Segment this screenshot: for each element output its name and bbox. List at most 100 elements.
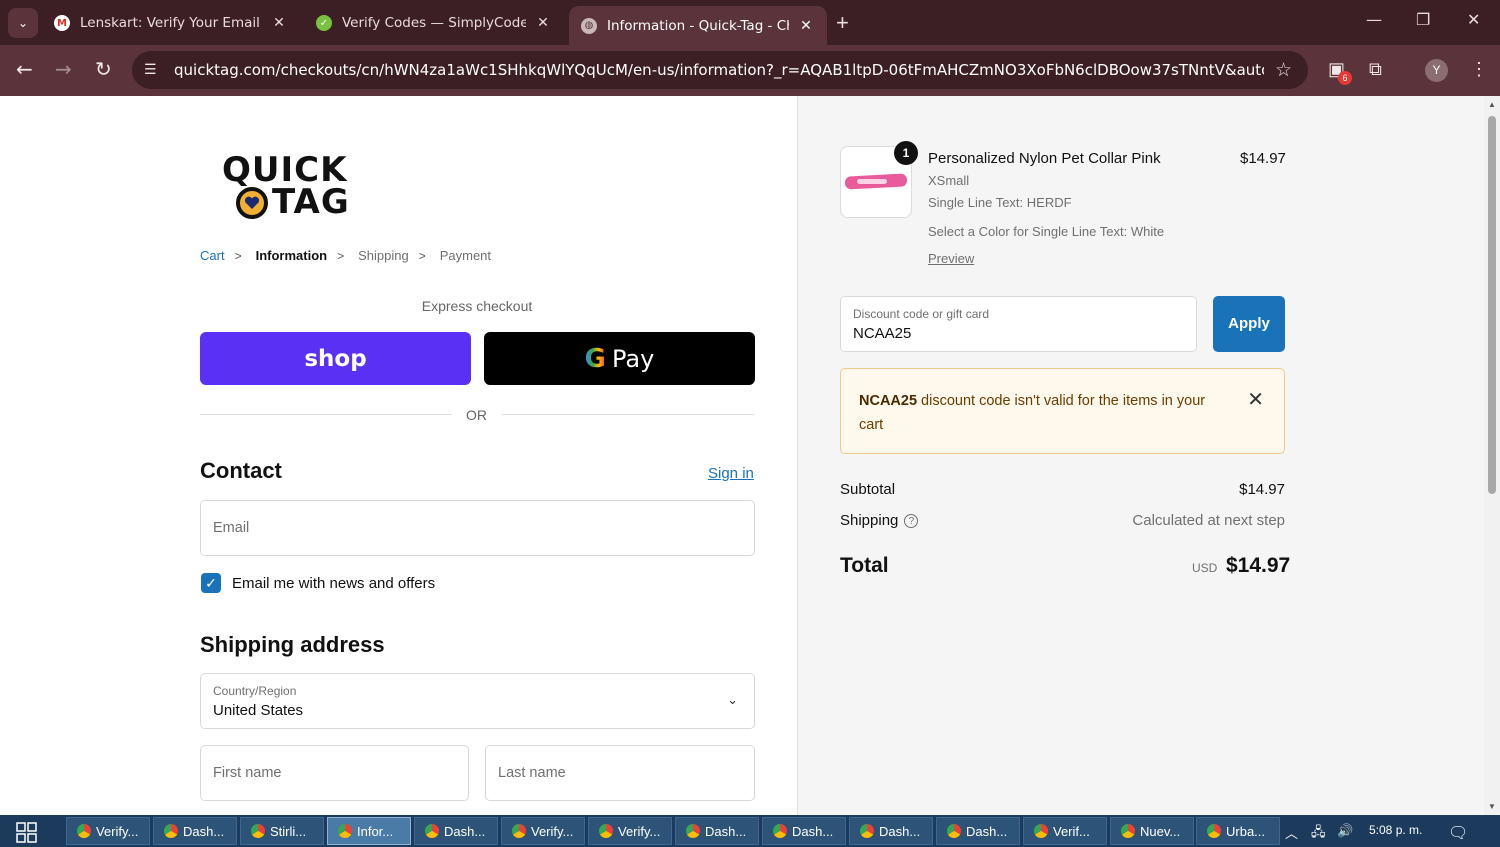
close-tab-icon[interactable]: ✕ <box>270 15 288 31</box>
tab-quicktag[interactable]: ◍ Information - Quick-Tag - Checl ✕ <box>569 6 827 45</box>
chrome-icon <box>599 824 613 838</box>
help-icon[interactable]: ? <box>904 514 919 528</box>
quicktag-logo[interactable]: QUICK TAG <box>222 150 362 222</box>
bookmark-star-icon[interactable]: ☆ <box>1275 59 1292 82</box>
taskbar-item[interactable]: Nuev... <box>1110 817 1194 845</box>
url-text[interactable]: quicktag.com/checkouts/cn/hWN4za1aWc1SHh… <box>174 61 1264 79</box>
taskbar-item-label: Dash... <box>879 823 921 839</box>
taskbar-item[interactable]: Verify... <box>66 817 150 845</box>
quantity-badge: 1 <box>894 141 918 165</box>
preview-link[interactable]: Preview <box>928 251 974 266</box>
reload-icon[interactable]: ↻ <box>95 57 112 81</box>
discount-code-field[interactable]: Discount code or gift card NCAA25 <box>840 296 1197 352</box>
close-icon[interactable]: ✕ <box>1247 387 1264 412</box>
taskbar-item[interactable]: Dash... <box>414 817 498 845</box>
breadcrumb: Cart > Information > Shipping > Payment <box>200 248 501 263</box>
taskbar-item-label: Infor... <box>357 823 394 839</box>
first-name-placeholder: First name <box>213 765 282 781</box>
last-name-placeholder: Last name <box>498 765 566 781</box>
close-tab-icon[interactable]: ✕ <box>534 15 552 31</box>
scroll-up-icon[interactable]: ▲ <box>1488 100 1496 109</box>
profile-avatar[interactable]: Y <box>1425 59 1448 82</box>
start-grid-icon[interactable] <box>16 822 38 843</box>
taskbar-item[interactable]: Dash... <box>153 817 237 845</box>
taskbar-item[interactable]: Infor... <box>327 817 411 845</box>
tab-simplycodes[interactable]: ✓ Verify Codes — SimplyCodes ✕ <box>304 6 564 40</box>
tab-lenskart[interactable]: M Lenskart: Verify Your Email - yus ✕ <box>42 6 300 40</box>
shipping-row: Shipping? Calculated at next step <box>840 512 1285 529</box>
chrome-icon <box>77 824 91 838</box>
close-tab-icon[interactable]: ✕ <box>797 18 815 34</box>
chrome-icon <box>425 824 439 838</box>
last-name-field[interactable]: Last name <box>485 745 755 801</box>
news-checkbox[interactable]: ✓ <box>201 573 221 593</box>
chrome-icon <box>686 824 700 838</box>
country-select[interactable]: Country/Region United States ⌄ <box>200 673 755 729</box>
menu-dots-icon[interactable]: ⋮ <box>1470 59 1488 80</box>
clock[interactable]: 5:08 p. m. <box>1369 823 1422 837</box>
discount-error-alert: NCAA25 discount code isn't valid for the… <box>840 368 1285 454</box>
taskbar-item-label: Nuev... <box>1140 823 1181 839</box>
subtotal-label: Subtotal <box>840 481 896 498</box>
apply-button[interactable]: Apply <box>1213 296 1285 352</box>
taskbar-item-label: Verif... <box>1053 823 1090 839</box>
first-name-field[interactable]: First name <box>200 745 469 801</box>
scrollbar-thumb[interactable] <box>1488 116 1496 494</box>
toolbar: ← → ↻ ☰ quicktag.com/checkouts/cn/hWN4za… <box>0 45 1500 96</box>
express-checkout-label: Express checkout <box>421 298 533 314</box>
scroll-down-icon[interactable]: ▼ <box>1488 802 1496 811</box>
site-info-icon[interactable]: ☰ <box>144 61 157 78</box>
tab-search-button[interactable]: ⌄ <box>8 8 38 38</box>
taskbar-item[interactable]: Dash... <box>762 817 846 845</box>
taskbar-item[interactable]: Verify... <box>501 817 585 845</box>
new-tab-button[interactable]: + <box>836 10 849 36</box>
volume-icon[interactable]: 🔊 <box>1337 823 1353 839</box>
minimize-icon[interactable]: — <box>1366 10 1382 29</box>
taskbar-item-label: Dash... <box>966 823 1008 839</box>
back-icon[interactable]: ← <box>16 57 33 81</box>
tab-strip: ⌄ M Lenskart: Verify Your Email - yus ✕ … <box>0 0 1500 45</box>
gmail-icon: M <box>54 15 70 31</box>
address-bar[interactable]: ☰ quicktag.com/checkouts/cn/hWN4za1aWc1S… <box>132 51 1308 89</box>
taskbar-item-label: Dash... <box>792 823 834 839</box>
taskbar-item[interactable]: Dash... <box>936 817 1020 845</box>
taskbar-item-label: Verify... <box>618 823 661 839</box>
chrome-icon <box>1034 824 1048 838</box>
taskbar-item-label: Stirli... <box>270 823 307 839</box>
chevron-down-icon: ⌄ <box>727 692 738 707</box>
extension-badge: 6 <box>1338 71 1352 85</box>
taskbar-item[interactable]: Urba... <box>1196 817 1280 845</box>
restore-icon[interactable]: ❐ <box>1416 10 1430 29</box>
country-value: United States <box>213 702 304 719</box>
total-value: $14.97 <box>1226 554 1291 577</box>
puzzle-icon[interactable]: ⧉ <box>1369 59 1382 80</box>
sign-in-link[interactable]: Sign in <box>708 465 754 482</box>
tray-chevron-icon[interactable]: ︿ <box>1285 823 1298 842</box>
divider <box>502 414 754 415</box>
notifications-icon[interactable]: 🗨 <box>1448 823 1468 843</box>
news-checkbox-label[interactable]: Email me with news and offers <box>232 575 435 592</box>
close-window-icon[interactable]: ✕ <box>1467 10 1480 29</box>
discount-value: NCAA25 <box>853 325 912 342</box>
shop-pay-button[interactable]: shop <box>200 332 471 385</box>
page-scrollbar[interactable]: ▲ ▼ <box>1484 96 1500 815</box>
tab-title: Information - Quick-Tag - Checl <box>607 17 789 34</box>
shop-pay-label: shop <box>304 345 367 372</box>
discount-label: Discount code or gift card <box>853 307 990 321</box>
taskbar-item[interactable]: Dash... <box>675 817 759 845</box>
taskbar-item[interactable]: Stirli... <box>240 817 324 845</box>
chevron-right-icon: > <box>418 248 426 263</box>
breadcrumb-cart[interactable]: Cart <box>200 248 225 263</box>
network-icon[interactable]: 🖧 <box>1311 823 1326 845</box>
google-pay-button[interactable]: G Pay <box>484 332 755 385</box>
taskbar-item[interactable]: Verify... <box>588 817 672 845</box>
taskbar-item-label: Dash... <box>183 823 225 839</box>
chrome-icon <box>164 824 178 838</box>
taskbar-item-label: Dash... <box>444 823 486 839</box>
email-placeholder: Email <box>213 520 250 536</box>
taskbar-item[interactable]: Verif... <box>1023 817 1107 845</box>
email-field[interactable]: Email <box>200 500 755 556</box>
taskbar-item[interactable]: Dash... <box>849 817 933 845</box>
collar-text-strip <box>857 179 887 184</box>
forward-icon[interactable]: → <box>55 57 72 81</box>
